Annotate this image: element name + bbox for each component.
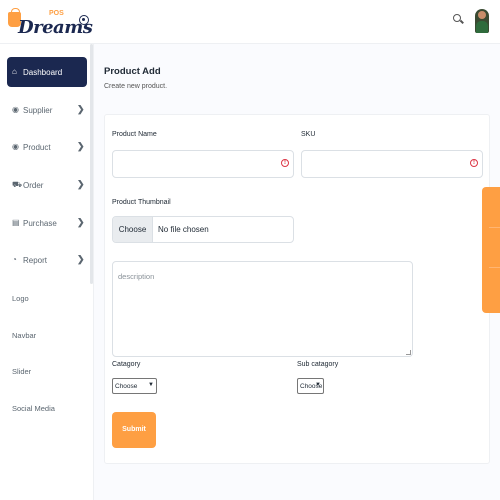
sidebar-item-supplier[interactable]: ◉ Supplier ❯ xyxy=(7,95,87,125)
page-subtitle: Create new product. xyxy=(104,83,168,90)
sidebar-item-order[interactable]: ⛟ Order ❯ xyxy=(7,170,87,200)
chevron-down-icon: ▼ xyxy=(315,382,321,388)
sidebar-item-label: Product xyxy=(23,143,51,152)
customizer-side-tab[interactable] xyxy=(482,187,500,313)
tab-divider xyxy=(489,267,500,268)
sku-input[interactable] xyxy=(301,150,483,178)
purchase-icon: ▤ xyxy=(12,218,20,227)
collapse-toggle-icon[interactable] xyxy=(79,15,89,25)
chevron-right-icon: ❯ xyxy=(77,254,85,264)
tab-divider xyxy=(489,227,500,228)
sidebar-item-product[interactable]: ◉ Product ❯ xyxy=(7,132,87,162)
description-placeholder: description xyxy=(118,272,155,281)
sidebar: ⌂ Dashboard ◉ Supplier ❯ ◉ Product ❯ ⛟ O… xyxy=(0,44,94,500)
sidebar-item-label: Purchase xyxy=(23,219,57,228)
sidebar-item-purchase[interactable]: ▤ Purchase ❯ xyxy=(7,208,87,238)
product-form-card: Product Name ! SKU ! Product Thumbnail C… xyxy=(104,114,490,464)
sidebar-item-report[interactable]: ◔ Report ❯ xyxy=(7,245,87,275)
logo-badge: POS xyxy=(49,10,64,17)
subcategory-select[interactable]: Choose ▼ xyxy=(297,378,324,394)
submit-button[interactable]: Submit xyxy=(112,412,156,448)
sidebar-scrollbar[interactable] xyxy=(90,44,93,284)
home-icon: ⌂ xyxy=(12,67,17,76)
description-textarea[interactable]: description xyxy=(112,261,413,357)
search-icon[interactable] xyxy=(453,14,464,25)
choose-file-button[interactable]: Choose File xyxy=(113,217,153,242)
sidebar-item-slider[interactable]: Slider xyxy=(12,367,31,376)
sidebar-item-social-media[interactable]: Social Media xyxy=(12,404,55,413)
resize-handle-icon[interactable] xyxy=(406,350,411,355)
sidebar-item-navbar[interactable]: Navbar xyxy=(12,331,36,340)
report-icon: ◔ xyxy=(12,255,17,264)
sidebar-item-dashboard[interactable]: ⌂ Dashboard xyxy=(7,57,87,87)
cart-icon: ⛟ xyxy=(12,180,23,189)
chevron-right-icon: ❯ xyxy=(77,217,85,227)
supplier-icon: ◉ xyxy=(12,105,19,114)
page-title: Product Add xyxy=(104,66,161,77)
product-icon: ◉ xyxy=(12,142,19,151)
chevron-right-icon: ❯ xyxy=(77,141,85,151)
subcategory-label: Sub catagory xyxy=(297,361,339,368)
category-selected-value: Choose xyxy=(115,383,138,390)
product-name-label: Product Name xyxy=(112,131,157,138)
top-header: Dreams POS xyxy=(0,0,500,44)
chevron-down-icon: ▼ xyxy=(148,382,154,388)
sidebar-item-logo[interactable]: Logo xyxy=(12,294,29,303)
sidebar-item-label: Report xyxy=(23,256,48,265)
product-thumbnail-file-input[interactable]: Choose File No file chosen xyxy=(112,216,294,243)
validation-error-icon: ! xyxy=(470,159,478,167)
dreams-pos-logo[interactable]: Dreams POS xyxy=(8,8,93,38)
category-label: Catagory xyxy=(112,361,141,368)
chevron-right-icon: ❯ xyxy=(77,104,85,114)
user-avatar[interactable] xyxy=(475,9,489,33)
sidebar-item-label: Dashboard xyxy=(23,68,63,77)
file-status-text: No file chosen xyxy=(158,225,209,234)
main-content: Product Add Create new product. Product … xyxy=(94,44,500,500)
product-name-input[interactable] xyxy=(112,150,294,178)
sidebar-item-label: Order xyxy=(23,181,44,190)
category-select[interactable]: Choose ▼ xyxy=(112,378,157,394)
sku-label: SKU xyxy=(301,131,316,138)
sidebar-item-label: Supplier xyxy=(23,106,53,115)
validation-error-icon: ! xyxy=(281,159,289,167)
product-thumbnail-label: Product Thumbnail xyxy=(112,199,171,206)
chevron-right-icon: ❯ xyxy=(77,179,85,189)
